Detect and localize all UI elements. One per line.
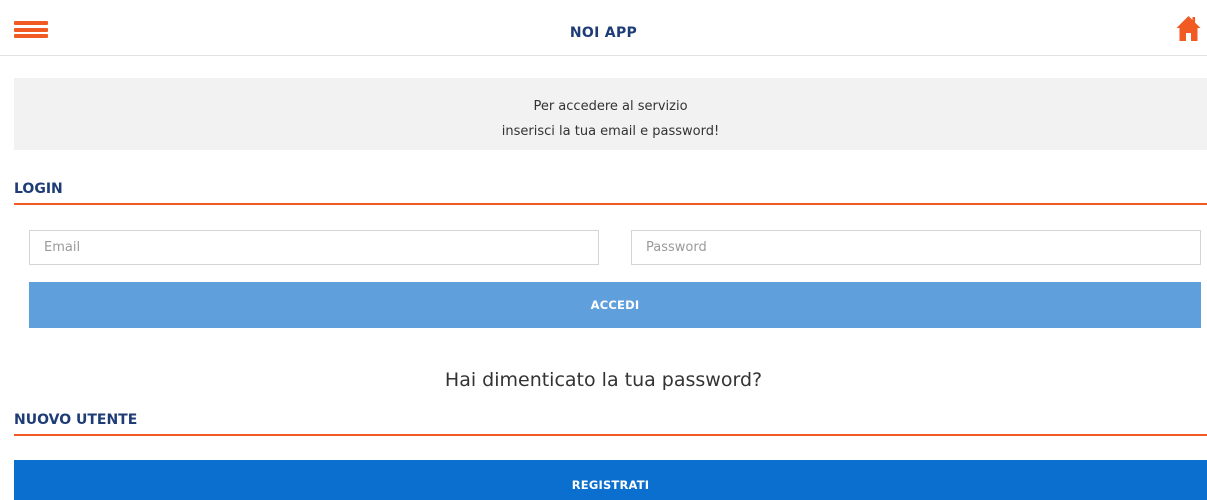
email-input[interactable] [29,230,599,265]
info-line-1: Per accedere al servizio [533,99,688,114]
password-input[interactable] [631,230,1201,265]
login-page: NOI APP Per accedere al servizio inseris… [0,0,1207,500]
forgot-password-link[interactable]: Hai dimenticato la tua password? [0,369,1207,391]
home-icon[interactable] [1176,15,1201,42]
info-line-2: inserisci la tua email e password! [501,124,720,139]
app-title: NOI APP [569,25,638,41]
login-section-title: LOGIN [14,181,1207,205]
app-header: NOI APP [0,0,1207,56]
new-user-section-title: NUOVO UTENTE [14,412,1207,436]
registrati-button[interactable]: REGISTRATI [14,460,1207,500]
accedi-button[interactable]: ACCEDI [29,282,1201,328]
info-banner: Per accedere al servizio inserisci la tu… [14,78,1207,150]
